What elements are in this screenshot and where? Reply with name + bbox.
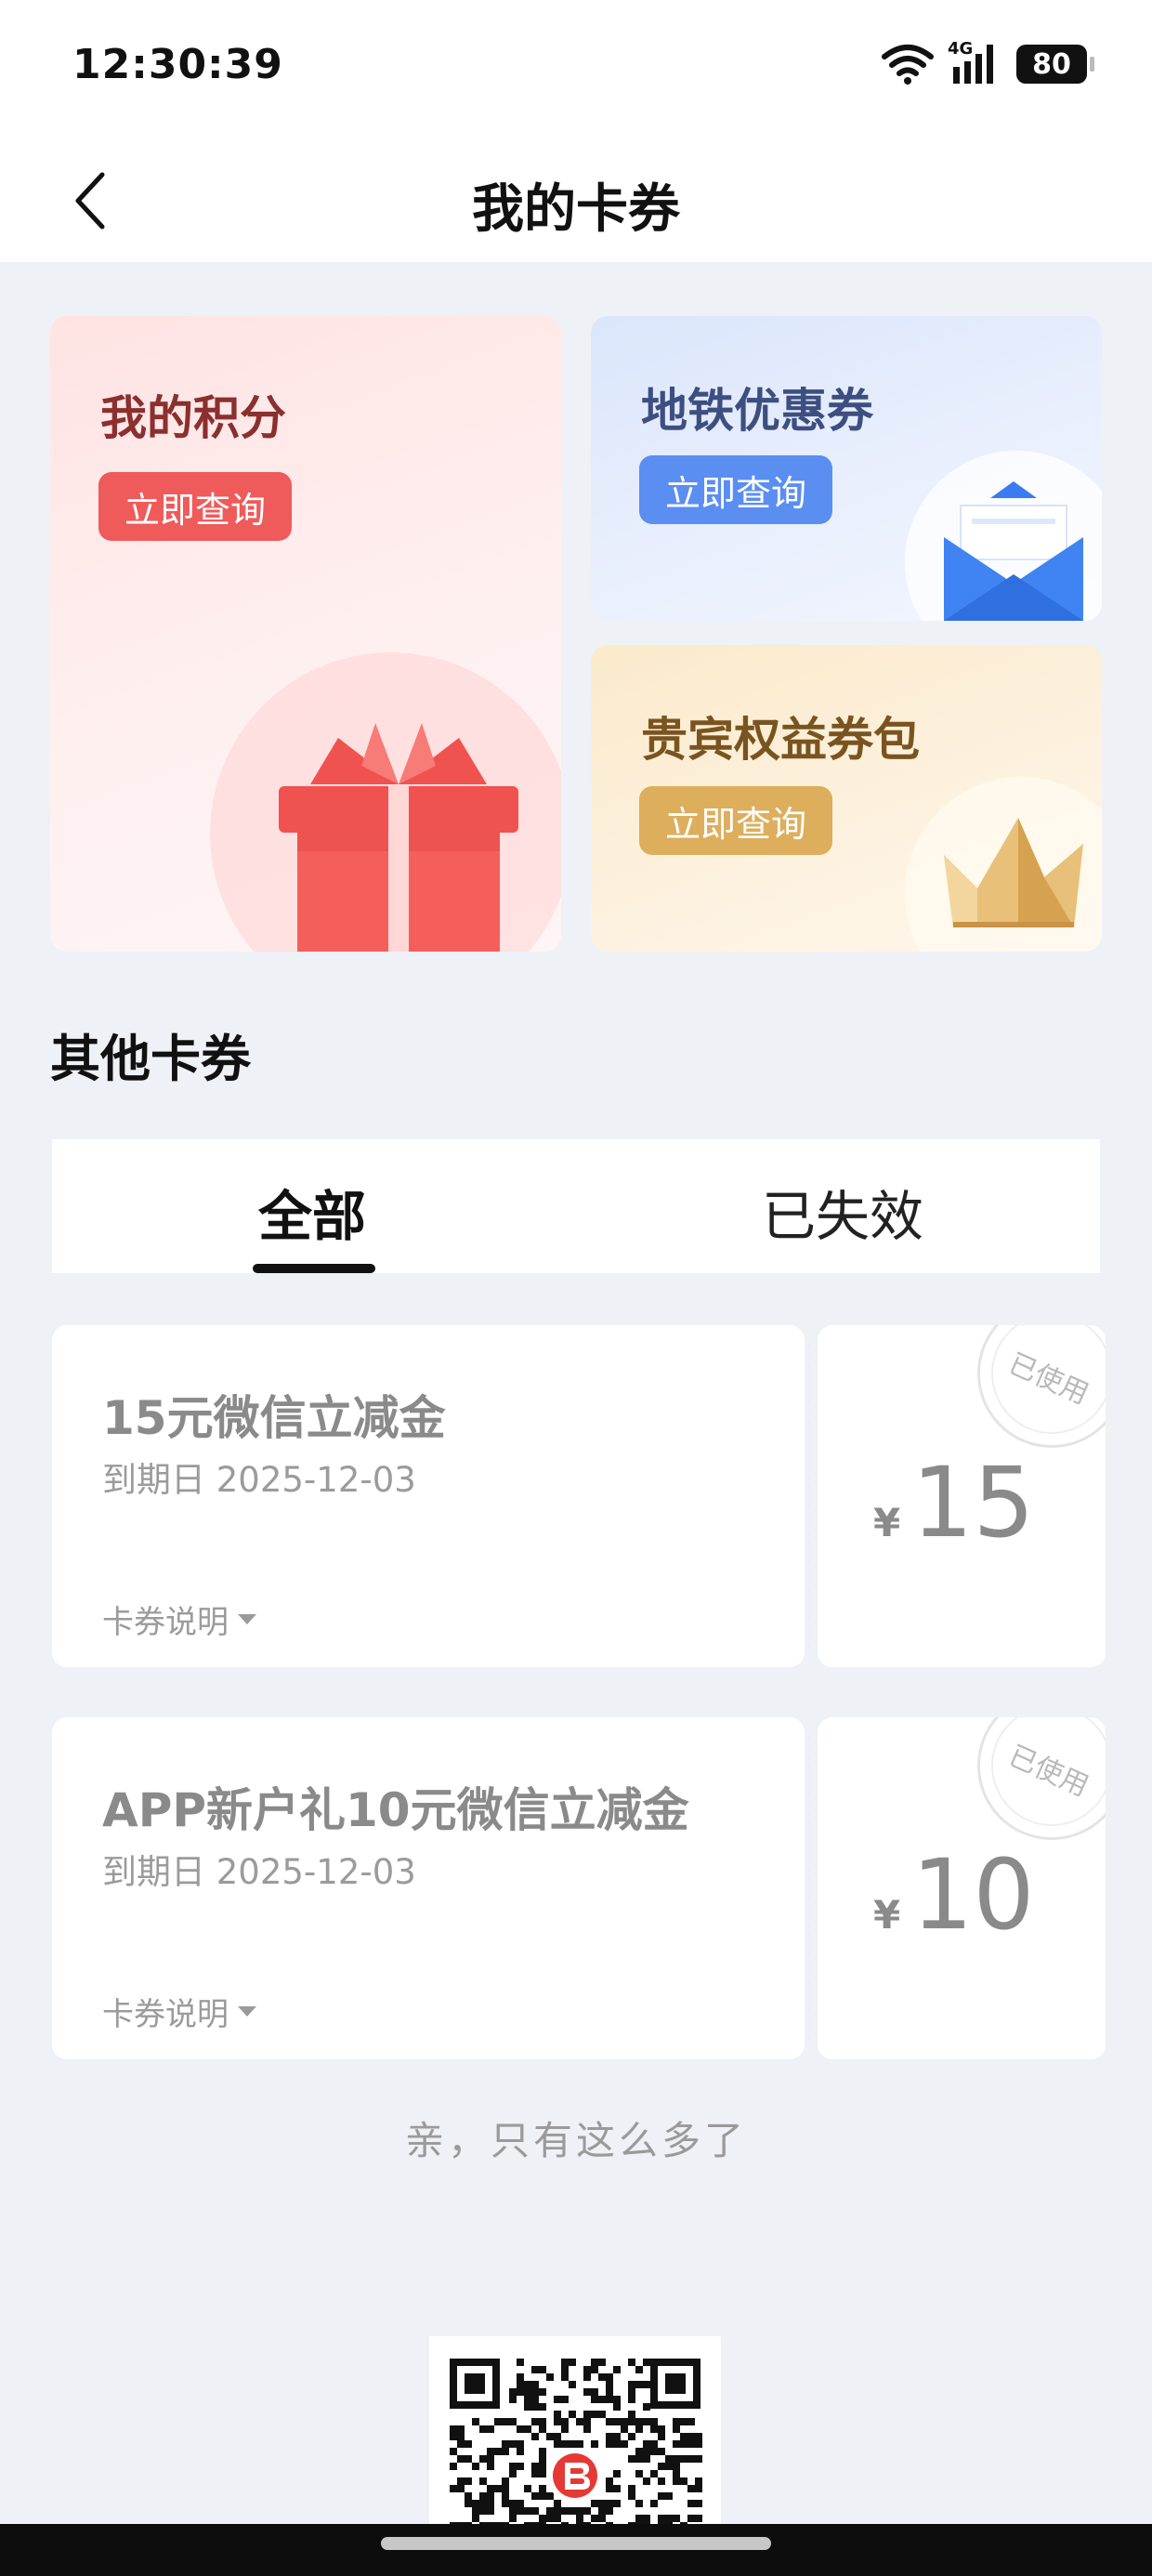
coupon-divider xyxy=(808,1344,810,1649)
coupon-name: APP新户礼10元微信立减金 xyxy=(102,1783,689,1837)
metro-coupon-card[interactable]: 地铁优惠券 立即查询 xyxy=(591,316,1102,621)
metro-query-button[interactable]: 立即查询 xyxy=(639,455,833,524)
coupon-description-toggle[interactable]: 卡券说明 xyxy=(102,1989,256,2034)
tab-expired[interactable]: 已失效 xyxy=(762,1173,923,1251)
used-stamp: 已使用 xyxy=(977,1717,1106,1840)
coupon-value-panel: 已使用 ¥ 10 xyxy=(818,1717,1106,2059)
crown-icon xyxy=(944,818,1083,927)
used-stamp: 已使用 xyxy=(977,1325,1106,1448)
points-card[interactable]: 我的积分 立即查询 xyxy=(50,316,561,952)
envelope-icon xyxy=(944,481,1083,621)
wifi-icon xyxy=(882,45,934,85)
coupon-description-toggle[interactable]: 卡券说明 xyxy=(102,1597,256,1642)
coupon-card[interactable]: 15元微信立减金 到期日 2025-12-03 卡券说明 已使用 ¥ 15 xyxy=(52,1325,1106,1667)
qr-code xyxy=(429,2336,721,2535)
coupon-expiry: 到期日 2025-12-03 xyxy=(102,1460,416,1500)
vip-benefits-card[interactable]: 贵宾权益券包 立即查询 xyxy=(591,645,1102,952)
active-tab-indicator xyxy=(253,1264,375,1273)
status-time: 12:30:39 xyxy=(72,41,283,88)
battery-level: 80 xyxy=(1032,47,1071,81)
section-title: 其他卡券 xyxy=(50,1030,251,1088)
battery-icon: 80 xyxy=(1016,45,1094,84)
coupon-name: 15元微信立减金 xyxy=(102,1391,446,1445)
home-indicator[interactable] xyxy=(381,2537,771,2550)
coupon-divider xyxy=(808,1736,810,2041)
end-of-list-text: 亲，只有这么多了 xyxy=(404,2118,747,2163)
coupon-description-label: 卡券说明 xyxy=(102,1604,229,1641)
page-title: 我的卡券 xyxy=(472,179,680,240)
points-title: 我的积分 xyxy=(100,391,286,445)
tab-all[interactable]: 全部 xyxy=(258,1173,366,1251)
coupon-tabs: 全部 已失效 xyxy=(52,1139,1100,1273)
coupon-value-panel: 已使用 ¥ 15 xyxy=(818,1325,1106,1667)
coupon-amount: ¥ 10 xyxy=(873,1838,1035,1952)
coupon-description-label: 卡券说明 xyxy=(102,1996,229,2033)
currency-symbol: ¥ xyxy=(873,1892,901,1938)
bottom-gesture-bar xyxy=(0,2524,1152,2576)
coupon-expiry: 到期日 2025-12-03 xyxy=(102,1852,416,1892)
coupon-info-panel: 15元微信立减金 到期日 2025-12-03 卡券说明 xyxy=(52,1325,805,1667)
coupon-info-panel: APP新户礼10元微信立减金 到期日 2025-12-03 卡券说明 xyxy=(52,1717,805,2059)
caret-down-icon xyxy=(238,2006,256,2017)
vip-query-button[interactable]: 立即查询 xyxy=(639,786,833,855)
cellular-signal-icon: 4G xyxy=(948,39,1003,85)
coupon-card[interactable]: APP新户礼10元微信立减金 到期日 2025-12-03 卡券说明 已使用 ¥… xyxy=(52,1717,1106,2059)
qr-code-image xyxy=(450,2359,702,2535)
currency-symbol: ¥ xyxy=(873,1500,901,1545)
coupon-amount-value: 10 xyxy=(911,1838,1035,1952)
gift-icon xyxy=(279,723,518,952)
status-bar: 12:30:39 4G 80 xyxy=(0,0,1152,139)
coupon-amount-value: 15 xyxy=(911,1446,1035,1559)
vip-title: 贵宾权益券包 xyxy=(641,713,920,767)
points-query-button[interactable]: 立即查询 xyxy=(98,472,293,541)
nav-bar: 我的卡券 xyxy=(0,139,1152,262)
metro-title: 地铁优惠券 xyxy=(641,384,873,438)
coupon-amount: ¥ 15 xyxy=(873,1446,1035,1559)
caret-down-icon xyxy=(238,1614,256,1624)
status-icons: 4G 80 xyxy=(881,39,1094,87)
